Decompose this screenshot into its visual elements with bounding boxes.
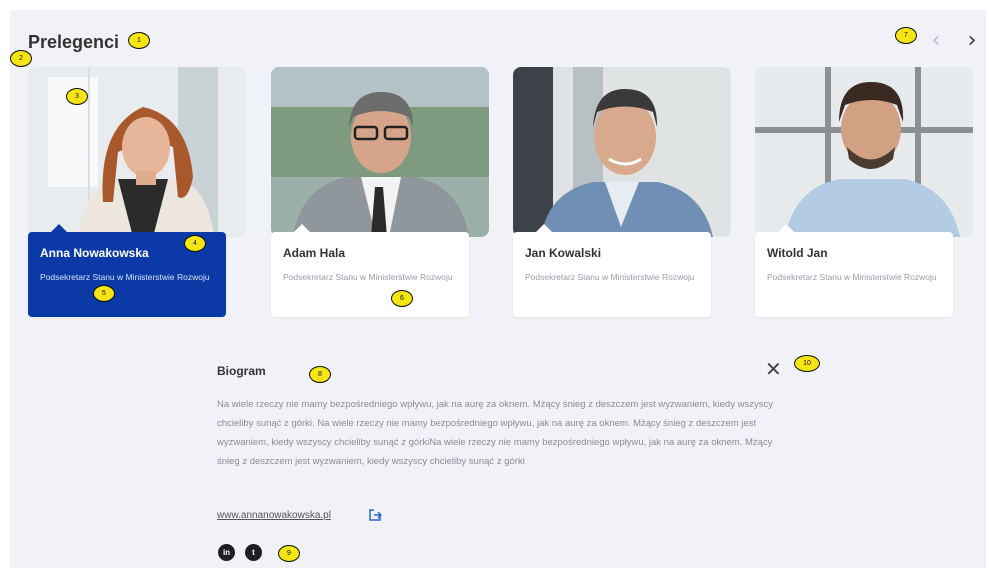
speaker-photo bbox=[28, 67, 246, 237]
speaker-card-jan[interactable]: Jan Kowalski Podsekretarz Stanu w Minist… bbox=[513, 67, 735, 317]
annotation-marker: 7 bbox=[895, 27, 917, 44]
linkedin-icon[interactable]: in bbox=[218, 544, 235, 561]
chevron-left-icon[interactable]: ‹ bbox=[925, 30, 947, 52]
speaker-role: Podsekretarz Stanu w Ministerstwie Rozwo… bbox=[40, 272, 210, 282]
speaker-info: Witold Jan Podsekretarz Stanu w Minister… bbox=[755, 224, 953, 317]
bio-text: Na wiele rzeczy nie mamy bezpośredniego … bbox=[217, 399, 773, 467]
external-link-icon[interactable] bbox=[368, 508, 382, 522]
annotation-marker: 1 bbox=[128, 32, 150, 49]
speaker-photo bbox=[513, 67, 731, 237]
annotation-marker: 8 bbox=[309, 366, 331, 383]
section-title: Prelegenci bbox=[28, 32, 120, 52]
speaker-name: Adam Hala bbox=[283, 246, 346, 260]
speaker-name: Witold Jan bbox=[767, 246, 828, 260]
speaker-photo bbox=[755, 67, 973, 237]
speaker-role: Podsekretarz Stanu w Ministerstwie Rozwo… bbox=[767, 272, 937, 282]
speaker-role: Podsekretarz Stanu w Ministerstwie Rozwo… bbox=[525, 272, 695, 282]
annotation-marker: 6 bbox=[391, 290, 413, 307]
twitter-icon[interactable]: t bbox=[245, 544, 262, 561]
annotation-marker: 9 bbox=[278, 545, 300, 562]
annotation-marker: 10 bbox=[794, 355, 820, 372]
annotation-marker: 5 bbox=[93, 285, 115, 302]
speaker-photo bbox=[271, 67, 489, 237]
close-icon[interactable]: ✕ bbox=[765, 359, 782, 379]
speaker-card-witold[interactable]: Witold Jan Podsekretarz Stanu w Minister… bbox=[755, 67, 977, 317]
speaker-name: Jan Kowalski bbox=[525, 246, 602, 260]
chevron-right-icon[interactable]: › bbox=[961, 30, 983, 52]
annotation-marker: 3 bbox=[66, 88, 88, 105]
bio-title: Biogram bbox=[217, 364, 266, 378]
speaker-role: Podsekretarz Stanu w Ministerstwie Rozwo… bbox=[283, 272, 453, 282]
speaker-info: Adam Hala Podsekretarz Stanu w Ministers… bbox=[271, 224, 469, 317]
speaker-card-anna[interactable]: Anna Nowakowska Podsekretarz Stanu w Min… bbox=[28, 67, 250, 317]
annotation-marker: 4 bbox=[184, 235, 206, 252]
speaker-info: Jan Kowalski Podsekretarz Stanu w Minist… bbox=[513, 224, 711, 317]
carousel-nav: ‹ › bbox=[925, 30, 983, 52]
social-links: in t bbox=[218, 544, 262, 561]
annotation-marker: 2 bbox=[10, 50, 32, 67]
speaker-card-adam[interactable]: Adam Hala Podsekretarz Stanu w Ministers… bbox=[271, 67, 493, 317]
website-link[interactable]: www.annanowakowska.pl bbox=[217, 510, 331, 521]
